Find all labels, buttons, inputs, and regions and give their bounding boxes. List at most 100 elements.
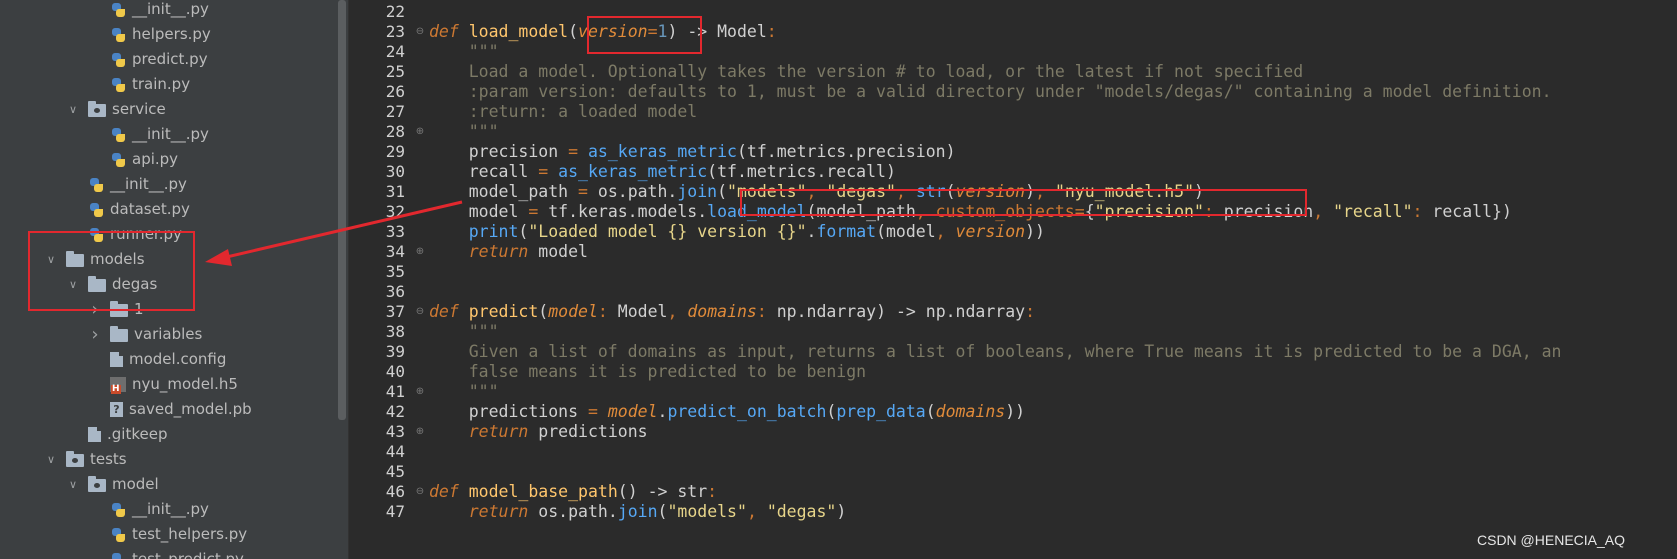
code-line[interactable]: Given a list of domains as input, return…: [429, 341, 1562, 362]
tree-item[interactable]: predict.py: [88, 47, 208, 72]
tree-item[interactable]: ∨ tests: [44, 447, 127, 472]
code-line[interactable]: """: [429, 41, 499, 62]
tree-item[interactable]: train.py: [88, 72, 190, 97]
tree-item[interactable]: helpers.py: [88, 22, 211, 47]
code-editor[interactable]: 22 23 ⊖ def load_model(version=1) -> Model:…: [349, 0, 1677, 559]
project-tree-scrollbar[interactable]: [336, 0, 349, 559]
code-token: def: [429, 302, 459, 321]
code-line[interactable]: def predict(model: Model, domains: np.nd…: [429, 301, 1035, 322]
code-line[interactable]: """: [429, 381, 499, 402]
code-token: ): [836, 502, 847, 521]
code-token: .: [806, 222, 817, 241]
code-token: :: [597, 302, 618, 321]
tree-item[interactable]: test_helpers.py: [88, 522, 247, 547]
code-token: =: [568, 142, 579, 161]
code-token: (: [925, 402, 936, 421]
tree-item-label: helpers.py: [132, 25, 211, 43]
code-token: model: [429, 202, 529, 221]
python-file-icon: [110, 127, 126, 143]
line-number: 47: [385, 502, 405, 521]
line-number: 35: [385, 262, 405, 281]
tree-item[interactable]: › variables: [88, 322, 202, 347]
fold-marker-icon[interactable]: ⊕: [414, 386, 426, 398]
code-token: "degas": [766, 502, 837, 521]
code-token: ,: [935, 222, 956, 241]
code-token: model_base_path: [468, 482, 618, 501]
tree-item[interactable]: ∨ service: [66, 97, 166, 122]
code-line[interactable]: """: [429, 321, 499, 342]
code-line[interactable]: print("Loaded model {} version {}".forma…: [429, 221, 1045, 242]
tree-item[interactable]: ∨ model: [66, 472, 159, 497]
line-number: 40: [385, 362, 405, 381]
code-token: )): [1025, 222, 1045, 241]
fold-marker-icon[interactable]: ⊖: [414, 306, 426, 318]
code-token: domains: [935, 402, 1006, 421]
tree-item[interactable]: model.config: [88, 347, 226, 372]
tree-item-label: __init__.py: [132, 500, 209, 518]
tree-item[interactable]: test_predict.py: [88, 547, 244, 559]
tree-item[interactable]: ? saved_model.pb: [88, 397, 252, 422]
code-token: tf.keras.models.: [538, 202, 708, 221]
python-file-icon: [110, 152, 126, 168]
code-token: "recall": [1333, 202, 1413, 221]
code-token: format: [816, 222, 877, 241]
code-line[interactable]: return os.path.join("models", "degas"): [429, 501, 847, 522]
fold-marker-icon[interactable]: ⊕: [414, 246, 426, 258]
chevron-down-icon[interactable]: ∨: [66, 472, 80, 497]
line-number: 44: [385, 442, 405, 461]
code-token: """: [429, 322, 499, 341]
chevron-down-icon[interactable]: ∨: [66, 97, 80, 122]
code-token: join: [617, 502, 658, 521]
fold-marker-icon[interactable]: ⊖: [414, 26, 426, 38]
tree-item[interactable]: dataset.py: [66, 197, 190, 222]
code-line[interactable]: """: [429, 121, 499, 142]
code-line[interactable]: precision = as_keras_metric(tf.metrics.p…: [429, 141, 956, 162]
tree-item[interactable]: __init__.py: [88, 497, 209, 522]
code-token: as_keras_metric: [558, 162, 708, 181]
tree-item[interactable]: api.py: [88, 147, 178, 172]
chevron-down-icon[interactable]: ∨: [44, 447, 58, 472]
tree-item[interactable]: __init__.py: [88, 0, 209, 22]
scrollbar-thumb[interactable]: [338, 0, 346, 420]
tree-item[interactable]: __init__.py: [66, 172, 187, 197]
code-token: """: [429, 42, 499, 61]
fold-marker-icon[interactable]: ⊖: [414, 486, 426, 498]
code-line[interactable]: :param version: defaults to 1, must be a…: [429, 81, 1552, 102]
line-number: 42: [385, 402, 405, 421]
code-line[interactable]: :return: a loaded model: [429, 101, 697, 122]
highlight-models-folder: [28, 231, 195, 311]
code-token: (: [717, 182, 728, 201]
tree-item-label: dataset.py: [110, 200, 190, 218]
code-line[interactable]: return predictions: [429, 421, 648, 442]
code-token: :: [1025, 302, 1036, 321]
line-number: 28: [385, 122, 405, 141]
code-line[interactable]: false means it is predicted to be benign: [429, 361, 866, 382]
code-line[interactable]: predictions = model.predict_on_batch(pre…: [429, 401, 1025, 422]
code-line[interactable]: def model_base_path() -> str:: [429, 481, 717, 502]
code-token: domains: [687, 302, 757, 321]
package-folder-icon: [88, 101, 106, 117]
code-token: )): [1005, 402, 1026, 421]
chevron-right-icon[interactable]: ›: [88, 322, 102, 347]
fold-marker-icon[interactable]: ⊕: [414, 126, 426, 138]
tree-item[interactable]: nyu_model.h5: [88, 372, 238, 397]
tree-item-label: predict.py: [132, 50, 208, 68]
fold-marker-icon[interactable]: ⊕: [414, 426, 426, 438]
tree-item[interactable]: __init__.py: [88, 122, 209, 147]
tree-item-label: __init__.py: [110, 175, 187, 193]
tree-item-label: api.py: [132, 150, 179, 168]
python-file-icon: [110, 502, 126, 518]
tree-item[interactable]: .gitkeep: [66, 422, 167, 447]
line-number: 30: [385, 162, 405, 181]
code-line[interactable]: return model: [429, 241, 588, 262]
code-token: def: [429, 482, 459, 501]
code-line[interactable]: Load a model. Optionally takes the versi…: [429, 61, 1303, 82]
code-token: """: [429, 122, 499, 141]
line-number: 38: [385, 322, 405, 341]
code-line[interactable]: recall = as_keras_metric(tf.metrics.reca…: [429, 161, 896, 182]
